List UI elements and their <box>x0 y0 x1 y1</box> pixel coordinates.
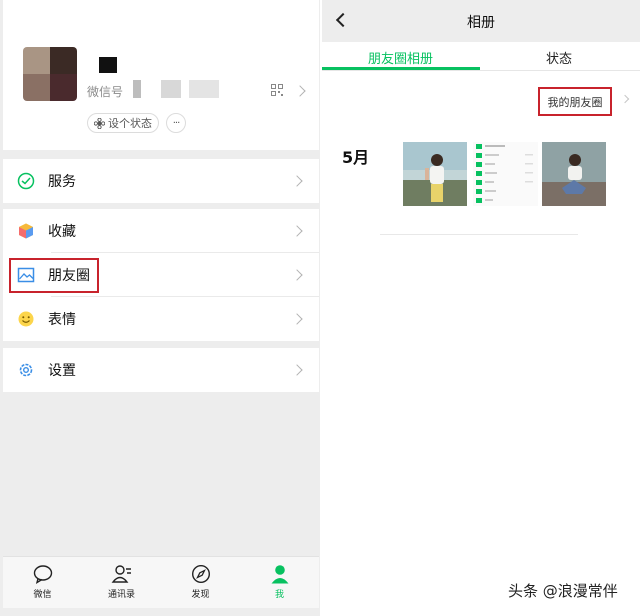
tab-label: 发现 <box>191 590 210 600</box>
photo-thumbnail <box>403 142 467 206</box>
me-person-icon <box>271 565 288 584</box>
month-header: 5月 <box>342 148 370 167</box>
menu-item-label: 收藏 <box>48 224 76 240</box>
album-photo[interactable] <box>542 142 606 206</box>
chevron-right-icon <box>291 225 303 237</box>
set-status-label: 设个状态 <box>108 117 152 130</box>
compass-icon <box>191 564 210 584</box>
chevron-right-icon <box>291 313 303 325</box>
status-flower-icon <box>94 117 105 129</box>
photo-thumbnail <box>473 142 538 206</box>
watermark: 头条 @浪漫常伴 <box>508 582 618 600</box>
sticker-smile-icon <box>18 311 34 327</box>
chevron-right-icon <box>291 364 303 376</box>
chevron-right-icon <box>291 269 303 281</box>
menu-item-label: 服务 <box>48 174 76 190</box>
wechat-id-redacted <box>161 80 181 98</box>
photo-thumbnail <box>542 142 606 206</box>
active-tab-indicator <box>322 67 480 70</box>
album-photo[interactable] <box>473 142 538 206</box>
favorites-cube-icon <box>19 223 33 239</box>
settings-gear-icon <box>19 363 33 377</box>
more-button[interactable]: ··· <box>166 113 186 133</box>
nickname-redacted <box>99 57 117 73</box>
chevron-right-icon[interactable] <box>294 85 306 97</box>
wechat-id-redacted <box>189 80 219 98</box>
nav-bar: 相册 <box>322 0 640 42</box>
tab-me[interactable]: 我 <box>240 557 319 608</box>
tab-discover[interactable]: 发现 <box>161 557 240 608</box>
section-divider <box>380 234 578 235</box>
page-title: 相册 <box>467 15 495 31</box>
qr-code-icon[interactable] <box>271 84 283 96</box>
set-status-button[interactable]: 设个状态 <box>87 113 159 133</box>
menu-item-service[interactable]: 服务 <box>3 159 319 203</box>
chevron-right-icon <box>291 175 303 187</box>
menu-item-favorites[interactable]: 收藏 <box>3 209 319 253</box>
bottom-tab-bar: 微信 通讯录 发现 我 <box>3 556 319 608</box>
menu-item-label: 表情 <box>48 312 76 328</box>
menu-item-stickers[interactable]: 表情 <box>3 297 319 341</box>
menu-item-settings[interactable]: 设置 <box>3 348 319 392</box>
profile-card[interactable]: 微信号 设个状态 ··· <box>3 0 319 150</box>
service-icon <box>17 172 35 190</box>
tab-status[interactable]: 状态 <box>546 48 572 67</box>
tab-moments-album[interactable]: 朋友圈相册 <box>368 48 433 67</box>
my-moments-link[interactable]: 我的朋友圈 <box>538 87 612 116</box>
album-photo[interactable] <box>403 142 467 206</box>
tab-contacts[interactable]: 通讯录 <box>82 557 161 608</box>
tab-label: 微信 <box>33 590 52 600</box>
me-page: 微信号 设个状态 ··· 服务 收藏 朋友圈 表情 设置 微信 通讯录 发现 我 <box>0 0 320 616</box>
avatar[interactable] <box>23 47 77 101</box>
wechat-id-label: 微信号 <box>87 85 124 99</box>
wechat-id-redacted <box>133 80 141 98</box>
contacts-icon <box>111 565 131 583</box>
menu-item-label: 设置 <box>48 363 76 379</box>
tab-label: 我 <box>274 590 284 600</box>
album-page: 相册 朋友圈相册 状态 我的朋友圈 5月 <box>322 0 640 616</box>
tab-label: 通讯录 <box>107 590 135 600</box>
chat-bubble-icon <box>33 565 52 584</box>
tab-chats[interactable]: 微信 <box>3 557 82 608</box>
chevron-right-icon[interactable] <box>620 94 630 104</box>
moments-highlight-box <box>9 258 99 293</box>
